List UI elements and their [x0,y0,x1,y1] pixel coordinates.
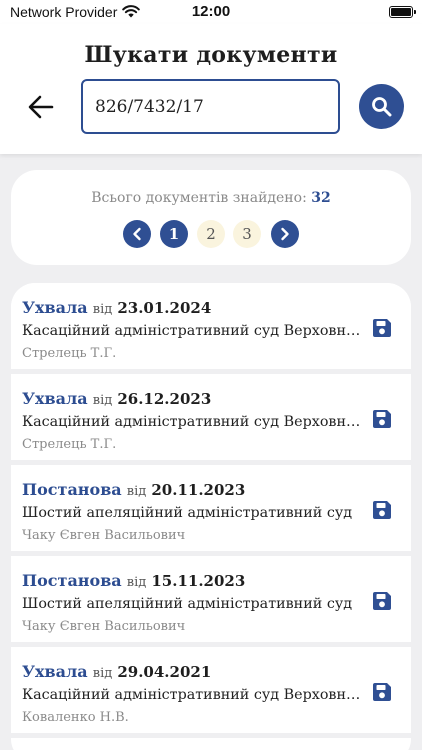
clock: 12:00 [191,3,231,20]
document-judge: Коваленко Н.В. [22,710,129,725]
battery-icon [389,6,416,18]
header: Шукати документи [0,24,422,154]
results-list: Ухвала від 23.01.2024 Касаційний адмініс… [11,283,411,750]
prev-page-button[interactable] [123,220,151,248]
document-court: Шостий апеляційний адміністративний суд [22,505,353,521]
save-icon[interactable] [370,498,394,522]
document-heading: Ухвала від 26.12.2023 [22,389,211,408]
save-icon[interactable] [370,407,394,431]
document-heading: Ухвала від 23.01.2024 [22,298,211,317]
document-court: Касаційний адміністративний суд Верховно… [22,414,362,430]
search-input[interactable] [81,79,340,134]
summary-card: Всього документів знайдено: 32 1 2 3 [11,170,411,265]
document-item-5[interactable]: Ухвала від 29.04.2021 Касаційний адмініс… [11,647,411,733]
document-date: 20.11.2023 [151,481,246,499]
document-date: 15.11.2023 [151,572,246,590]
document-court: Касаційний адміністративний суд Верховно… [22,323,362,339]
arrow-left-icon [28,95,54,119]
list-divider [11,733,411,738]
document-date-prefix: від [126,484,147,499]
document-item-1[interactable]: Ухвала від 23.01.2024 Касаційний адмініс… [11,283,411,369]
document-date: 29.04.2021 [117,663,212,681]
document-heading: Постанова від 15.11.2023 [22,571,245,590]
document-date-prefix: від [92,666,113,681]
chevron-left-icon [133,227,141,241]
found-count: 32 [311,190,331,206]
document-item-4[interactable]: Постанова від 15.11.2023 Шостий апеляцій… [11,556,411,642]
document-type: Ухвала [22,662,88,681]
document-type: Ухвала [22,298,88,317]
save-icon[interactable] [370,316,394,340]
document-item-3[interactable]: Постанова від 20.11.2023 Шостий апеляцій… [11,465,411,551]
chevron-right-icon [281,227,289,241]
page-1-button[interactable]: 1 [160,220,188,248]
save-icon[interactable] [370,680,394,704]
document-type: Ухвала [22,389,88,408]
status-bar: Network Provider 12:00 [0,0,422,24]
pagination: 1 2 3 [11,220,411,248]
document-court: Шостий апеляційний адміністративний суд [22,596,353,612]
document-date-prefix: від [126,575,147,590]
magnifier-icon [372,97,392,117]
document-date-prefix: від [92,302,113,317]
document-judge: Чаку Євген Васильович [22,528,186,543]
page-2-button[interactable]: 2 [197,220,225,248]
save-icon[interactable] [370,589,394,613]
document-type: Постанова [22,480,122,499]
back-button[interactable] [24,90,58,124]
found-label: Всього документів знайдено: [91,190,307,206]
document-item-2[interactable]: Ухвала від 26.12.2023 Касаційний адмініс… [11,374,411,460]
document-judge: Чаку Євген Васильович [22,619,186,634]
page-3-button[interactable]: 3 [233,220,261,248]
search-button[interactable] [359,84,404,129]
document-type: Постанова [22,571,122,590]
document-judge: Стрелець Т.Г. [22,346,117,361]
found-count-line: Всього документів знайдено: 32 [11,190,411,206]
page-title: Шукати документи [84,42,338,68]
document-judge: Стрелець Т.Г. [22,437,117,452]
document-date: 23.01.2024 [117,299,212,317]
document-date-prefix: від [92,393,113,408]
document-date: 26.12.2023 [117,390,212,408]
document-court: Касаційний адміністративний суд Верховно… [22,687,362,703]
document-heading: Ухвала від 29.04.2021 [22,662,211,681]
next-page-button[interactable] [271,220,299,248]
document-heading: Постанова від 20.11.2023 [22,480,245,499]
